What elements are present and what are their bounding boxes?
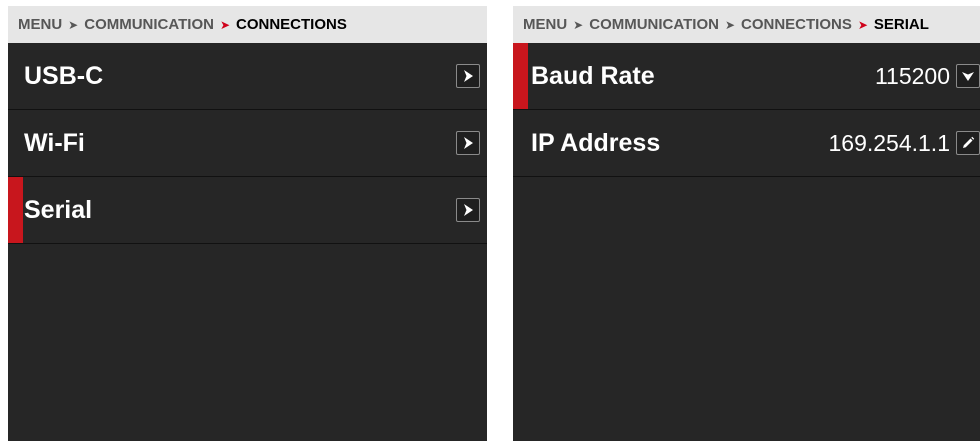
ip-address-value[interactable]: 169.254.1.1	[828, 130, 950, 157]
breadcrumb-menu[interactable]: MENU	[18, 16, 62, 33]
setting-label: IP Address	[531, 128, 661, 157]
breadcrumb-menu[interactable]: MENU	[523, 16, 567, 33]
menu-item-label: Serial	[24, 195, 93, 224]
serial-settings-panel: MENU ➤ COMMUNICATION ➤ CONNECTIONS ➤ SER…	[513, 6, 980, 441]
breadcrumb-separator-icon: ➤	[573, 17, 584, 32]
menu-item-label: USB-C	[24, 61, 104, 90]
baud-rate-value[interactable]: 115200	[875, 63, 950, 90]
breadcrumb-communication[interactable]: COMMUNICATION	[589, 16, 719, 33]
menu-item-serial[interactable]: Serial	[8, 177, 487, 244]
chevron-right-icon[interactable]	[456, 198, 480, 222]
breadcrumb-separator-icon: ➤	[219, 17, 231, 32]
breadcrumb: MENU ➤ COMMUNICATION ➤ CONNECTIONS ➤ SER…	[513, 6, 980, 43]
chevron-down-icon[interactable]	[956, 64, 980, 88]
pencil-icon[interactable]	[956, 131, 980, 155]
setting-ip-address[interactable]: IP Address 169.254.1.1	[513, 110, 980, 177]
breadcrumb-current: SERIAL	[873, 16, 929, 33]
connections-panel: MENU ➤ COMMUNICATION ➤ CONNECTIONS USB-C…	[8, 6, 487, 441]
selection-indicator	[8, 177, 23, 243]
breadcrumb-connections[interactable]: CONNECTIONS	[741, 16, 852, 33]
menu-item-wi-fi[interactable]: Wi-Fi	[8, 110, 487, 177]
chevron-right-icon[interactable]	[456, 64, 480, 88]
chevron-right-icon[interactable]	[456, 131, 480, 155]
setting-baud-rate[interactable]: Baud Rate 115200	[513, 43, 980, 110]
menu-item-label: Wi-Fi	[24, 128, 85, 157]
breadcrumb-separator-icon: ➤	[857, 17, 868, 32]
selection-indicator	[513, 43, 528, 109]
setting-label: Baud Rate	[531, 61, 655, 90]
menu-item-usb-c[interactable]: USB-C	[8, 43, 487, 110]
breadcrumb: MENU ➤ COMMUNICATION ➤ CONNECTIONS	[8, 6, 487, 43]
breadcrumb-communication[interactable]: COMMUNICATION	[84, 16, 214, 33]
breadcrumb-current: CONNECTIONS	[236, 16, 347, 33]
breadcrumb-separator-icon: ➤	[724, 17, 736, 32]
breadcrumb-separator-icon: ➤	[68, 17, 79, 32]
